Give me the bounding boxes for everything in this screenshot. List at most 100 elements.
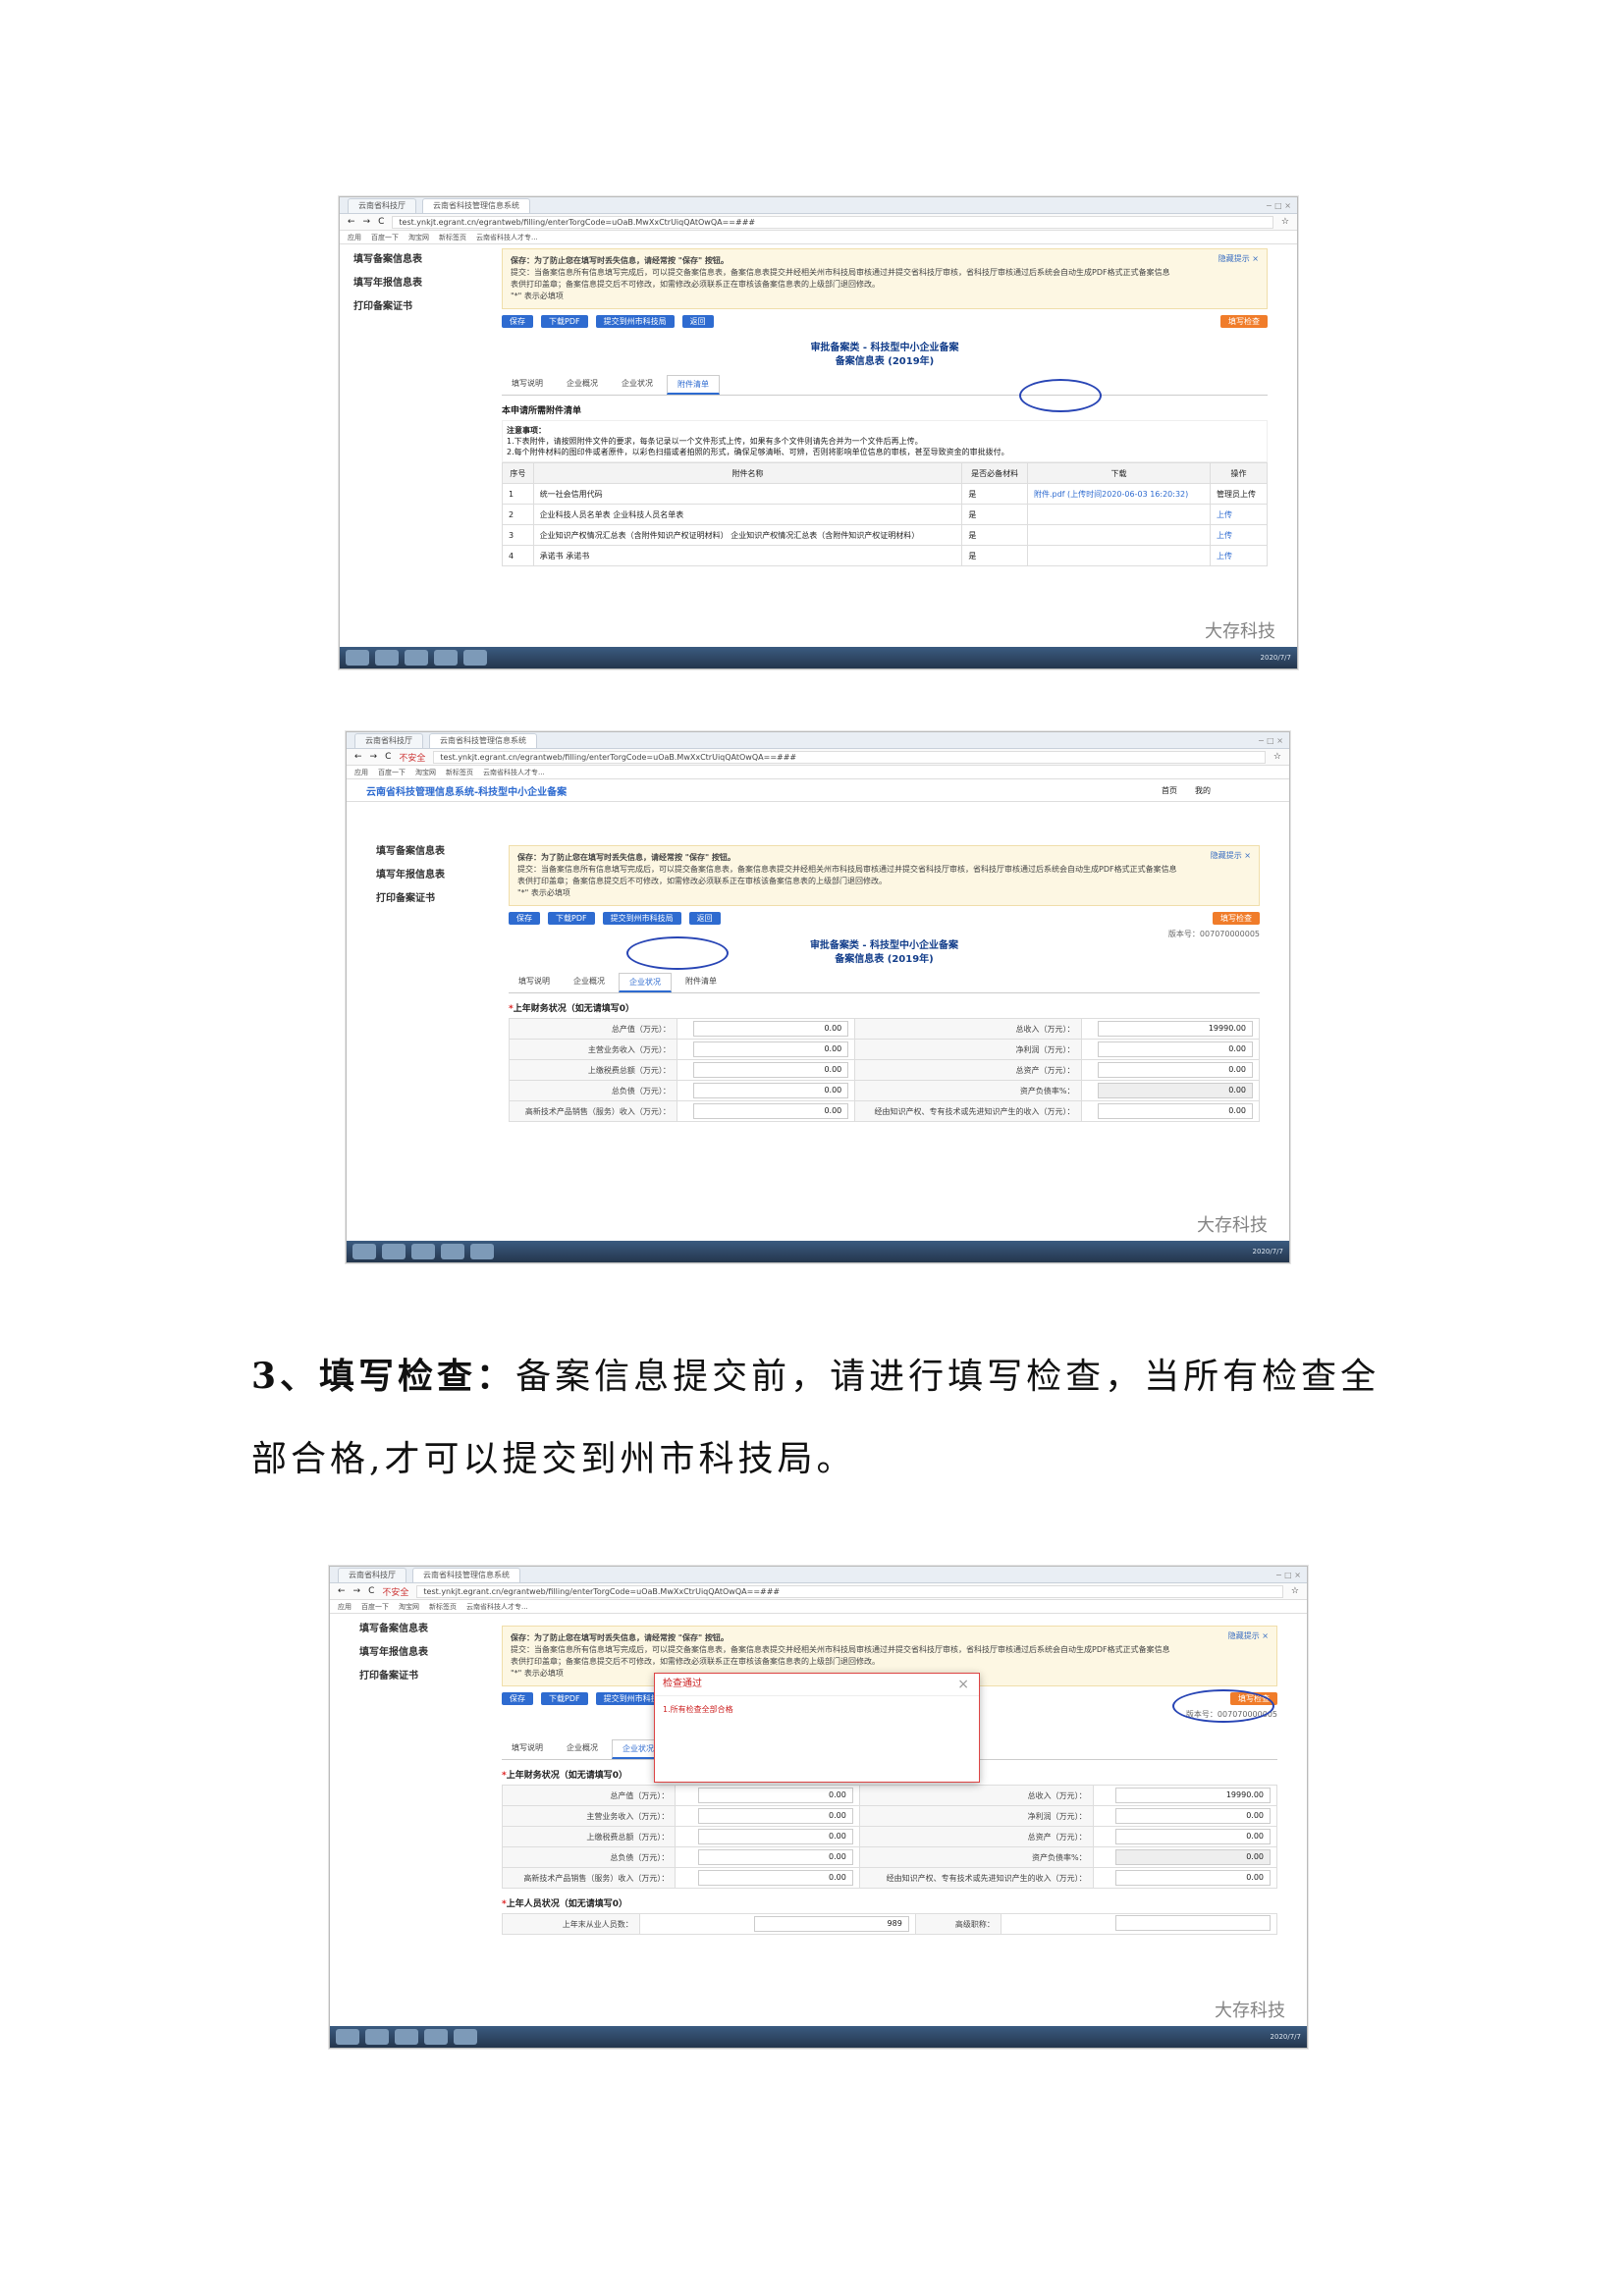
field-input[interactable]: 0.00 [1115, 1870, 1271, 1886]
field-input[interactable]: 0.00 [697, 1808, 853, 1824]
star-icon[interactable]: ☆ [1291, 1586, 1299, 1596]
bookmark[interactable]: 应用 [338, 1602, 352, 1612]
app-icon[interactable] [395, 2029, 418, 2045]
hide-notice-link[interactable]: 隐藏提示 × [1228, 1630, 1269, 1642]
app-icon[interactable] [411, 1244, 435, 1259]
field-value[interactable]: 0.00 [676, 1018, 856, 1040]
field-input[interactable]: 0.00 [697, 1788, 853, 1803]
app-icon[interactable] [434, 650, 458, 666]
bookmark[interactable]: 应用 [354, 768, 368, 777]
browser-icon[interactable] [470, 1244, 494, 1259]
sidebar-item-annual-report[interactable]: 填写年报信息表 [353, 272, 447, 295]
field-value[interactable]: 0.00 [1092, 1867, 1278, 1889]
hide-notice-link[interactable]: 隐藏提示 × [1218, 253, 1259, 265]
field-value[interactable]: 0.00 [675, 1846, 860, 1868]
bookmark[interactable]: 新标签页 [429, 1602, 457, 1612]
bookmark[interactable]: 云南省科技人才专... [483, 768, 545, 777]
download-pdf-button[interactable]: 下载PDF [541, 315, 588, 328]
download-pdf-button[interactable]: 下载PDF [548, 912, 595, 925]
tab-status[interactable]: 企业状况 [612, 375, 663, 395]
app-icon[interactable] [365, 2029, 389, 2045]
tab-overview[interactable]: 企业概况 [557, 375, 608, 395]
field-value[interactable]: 19990.00 [1080, 1018, 1261, 1040]
tab-overview[interactable]: 企业概况 [557, 1739, 608, 1759]
hide-notice-link[interactable]: 隐藏提示 × [1211, 850, 1251, 862]
bookmark[interactable]: 淘宝网 [408, 233, 429, 242]
url-field[interactable]: test.ynkjt.egrant.cn/egrantweb/filling/e… [416, 1584, 1283, 1598]
url-field[interactable]: test.ynkjt.egrant.cn/egrantweb/filling/e… [433, 750, 1266, 764]
window-controls[interactable]: − □ × [1266, 201, 1291, 210]
bookmark[interactable]: 云南省科技人才专... [466, 1602, 528, 1612]
field-input[interactable]: 19990.00 [1098, 1021, 1253, 1037]
sidebar-item-fill-form[interactable]: 填写备案信息表 [359, 1618, 453, 1641]
back-icon[interactable]: ← [348, 217, 355, 227]
nav-mine[interactable]: 我的 [1195, 785, 1211, 796]
field-value[interactable]: 0.00 [675, 1867, 860, 1889]
bookmark[interactable]: 应用 [348, 233, 361, 242]
app-icon[interactable] [382, 1244, 406, 1259]
sidebar-item-fill-form[interactable]: 填写备案信息表 [376, 840, 469, 864]
app-icon[interactable] [441, 1244, 464, 1259]
field-input[interactable]: 0.00 [693, 1103, 849, 1119]
field-value[interactable]: 0.00 [675, 1785, 860, 1806]
download-link[interactable]: 附件.pdf (上传时间2020-06-03 16:20:32) [1026, 483, 1212, 505]
field-input[interactable]: 0.00 [1098, 1103, 1253, 1119]
back-button[interactable]: 返回 [688, 912, 721, 925]
download-pdf-button[interactable]: 下载PDF [541, 1692, 588, 1705]
check-button[interactable]: 填写检查 [1220, 315, 1268, 328]
submit-button[interactable]: 提交到州市科技局 [602, 912, 681, 925]
start-icon[interactable] [352, 1244, 376, 1259]
save-button[interactable]: 保存 [509, 912, 540, 925]
sidebar-item-print-cert[interactable]: 打印备案证书 [359, 1665, 453, 1688]
field-input[interactable]: 0.00 [1098, 1041, 1253, 1057]
nav-home[interactable]: 首页 [1162, 785, 1177, 796]
close-icon[interactable]: × [957, 1677, 969, 1692]
tab-instructions[interactable]: 填写说明 [502, 375, 553, 395]
field-value[interactable]: 0.00 [676, 1039, 856, 1060]
field-input[interactable] [1115, 1915, 1271, 1931]
field-value[interactable]: 0.00 [676, 1100, 856, 1122]
browser-tab[interactable]: 云南省科技厅 [338, 1567, 406, 1582]
field-input[interactable]: 0.00 [697, 1849, 853, 1865]
field-input[interactable]: 0.00 [693, 1083, 849, 1098]
browser-icon[interactable] [463, 650, 487, 666]
tab-instructions[interactable]: 填写说明 [502, 1739, 553, 1759]
field-input[interactable]: 0.00 [1115, 1808, 1271, 1824]
sidebar-item-print-cert[interactable]: 打印备案证书 [353, 295, 447, 319]
browser-tab[interactable]: 云南省科技厅 [348, 197, 416, 213]
browser-tab-active[interactable]: 云南省科技管理信息系统 [412, 1567, 520, 1582]
bookmark[interactable]: 新标签页 [446, 768, 473, 777]
browser-tab-active[interactable]: 云南省科技管理信息系统 [429, 732, 537, 748]
browser-tab[interactable]: 云南省科技厅 [354, 732, 423, 748]
app-icon[interactable] [375, 650, 399, 666]
bookmark[interactable]: 百度一下 [371, 233, 399, 242]
submit-button[interactable]: 提交到州市科技局 [595, 315, 675, 328]
start-icon[interactable] [346, 650, 369, 666]
sidebar-item-annual-report[interactable]: 填写年报信息表 [376, 864, 469, 887]
field-value[interactable]: 0.00 [1080, 1100, 1261, 1122]
tab-status[interactable]: 企业状况 [619, 973, 672, 992]
back-icon[interactable]: ← [354, 752, 362, 762]
app-icon[interactable] [405, 650, 428, 666]
upload-link[interactable]: 上传 [1210, 524, 1268, 546]
bookmark[interactable]: 新标签页 [439, 233, 466, 242]
tab-overview[interactable]: 企业概况 [564, 973, 615, 992]
field-input[interactable]: 0.00 [1098, 1062, 1253, 1078]
field-value[interactable] [1000, 1913, 1278, 1935]
field-input[interactable]: 0.00 [697, 1870, 853, 1886]
star-icon[interactable]: ☆ [1273, 752, 1281, 762]
url-field[interactable]: test.ynkjt.egrant.cn/egrantweb/filling/e… [392, 215, 1273, 229]
field-value[interactable]: 0.00 [675, 1805, 860, 1827]
field-input[interactable]: 0.00 [1115, 1829, 1271, 1844]
field-value[interactable]: 0.00 [1092, 1805, 1278, 1827]
bookmark[interactable]: 百度一下 [361, 1602, 389, 1612]
bookmark[interactable]: 百度一下 [378, 768, 406, 777]
field-input[interactable]: 989 [753, 1916, 909, 1932]
window-controls[interactable]: − □ × [1258, 736, 1283, 745]
field-input[interactable]: 19990.00 [1115, 1788, 1271, 1803]
reload-icon[interactable]: C [385, 752, 391, 762]
back-icon[interactable]: ← [338, 1586, 346, 1596]
field-value[interactable]: 0.00 [675, 1826, 860, 1847]
sidebar-item-print-cert[interactable]: 打印备案证书 [376, 887, 469, 911]
field-value[interactable]: 0.00 [1080, 1039, 1261, 1060]
